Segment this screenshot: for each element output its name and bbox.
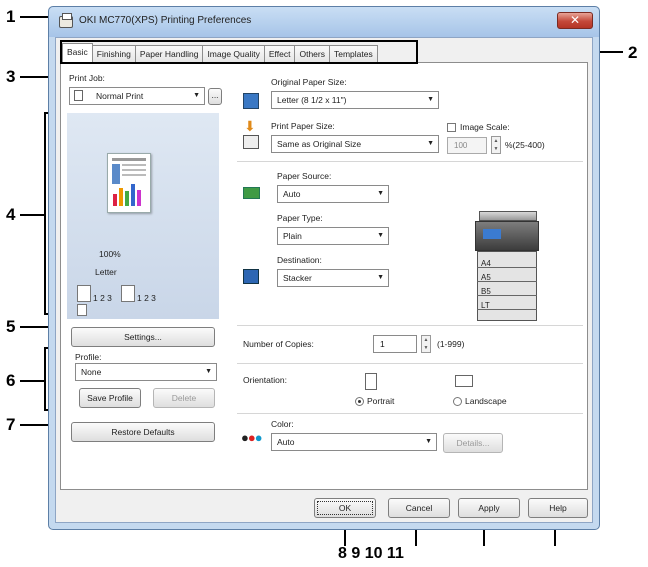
- destination-value: Stacker: [283, 273, 312, 283]
- image-scale-checkbox[interactable]: [447, 123, 456, 132]
- preview-page-thumbnail: [107, 153, 151, 213]
- print-job-select[interactable]: Normal Print: [69, 87, 205, 105]
- original-paper-size-value: Letter (8 1/2 x 11"): [277, 95, 347, 105]
- original-paper-size-label: Original Paper Size:: [271, 77, 347, 87]
- print-job-label: Print Job:: [69, 73, 105, 83]
- title-bar[interactable]: OKI MC770(XPS) Printing Preferences ✕: [49, 7, 599, 37]
- callout-3: 3: [6, 67, 16, 86]
- job-icon: [74, 90, 83, 101]
- printer-icon: [59, 13, 73, 28]
- print-job-value: Normal Print: [96, 91, 144, 101]
- close-button[interactable]: ✕: [557, 12, 593, 29]
- destination-label: Destination:: [277, 255, 322, 265]
- tray-2-label: A5: [481, 273, 491, 282]
- tabs-highlight-box: [60, 40, 418, 64]
- callout-4-line: [20, 214, 44, 216]
- callout-2: 2: [628, 43, 638, 62]
- copies-label: Number of Copies:: [243, 339, 314, 349]
- paper-source-label: Paper Source:: [277, 171, 332, 181]
- save-profile-button[interactable]: Save Profile: [79, 388, 141, 408]
- dialog-client: Basic Finishing Paper Handling Image Qua…: [55, 37, 593, 523]
- divider: [237, 161, 583, 162]
- portrait-label: Portrait: [367, 396, 395, 406]
- preview-pages-a: 1 2 3: [93, 293, 112, 303]
- portrait-radio[interactable]: [355, 397, 364, 406]
- original-size-icon: [243, 93, 259, 109]
- help-button[interactable]: Help: [528, 498, 588, 518]
- copies-range: (1-999): [437, 339, 465, 349]
- callout-8-11: 8 9 10 11: [338, 545, 404, 562]
- paper-type-value: Plain: [283, 231, 302, 241]
- print-preview: 100% Letter 1 2 3 1 2 3: [67, 113, 219, 319]
- copies-input[interactable]: 1: [373, 335, 417, 353]
- window-title: OKI MC770(XPS) Printing Preferences: [79, 15, 252, 26]
- orientation-label: Orientation:: [243, 375, 287, 385]
- paper-type-label: Paper Type:: [277, 213, 323, 223]
- destination-select[interactable]: Stacker: [277, 269, 389, 287]
- settings-button[interactable]: Settings...: [71, 327, 215, 347]
- details-button[interactable]: Details...: [443, 433, 503, 453]
- tray-4-label: LT: [481, 301, 490, 310]
- tray-3-label: B5: [481, 287, 491, 296]
- paper-source-value: Auto: [283, 189, 301, 199]
- callout-5: 5: [6, 317, 16, 336]
- profile-select[interactable]: None: [75, 363, 217, 381]
- stack-icon: [77, 304, 87, 316]
- cancel-button[interactable]: Cancel: [388, 498, 450, 518]
- destination-icon: [243, 269, 259, 284]
- original-paper-size-select[interactable]: Letter (8 1/2 x 11"): [271, 91, 439, 109]
- profile-value: None: [81, 367, 102, 377]
- print-paper-size-select[interactable]: Same as Original Size: [271, 135, 439, 153]
- paper-source-icon: [243, 187, 260, 199]
- color-label: Color:: [271, 419, 294, 429]
- landscape-radio[interactable]: [453, 397, 462, 406]
- print-paper-size-value: Same as Original Size: [277, 139, 362, 149]
- portrait-icon: [365, 373, 377, 390]
- print-job-more-button[interactable]: ...: [208, 88, 222, 105]
- apply-button[interactable]: Apply: [458, 498, 520, 518]
- callout-7: 7: [6, 415, 16, 434]
- divider: [237, 363, 583, 364]
- preview-pages-b: 1 2 3: [137, 293, 156, 303]
- paper-source-select[interactable]: Auto: [277, 185, 389, 203]
- print-size-icon: [243, 135, 259, 149]
- restore-defaults-button[interactable]: Restore Defaults: [71, 422, 215, 442]
- basic-tab-panel: Print Job: Normal Print ...: [60, 62, 588, 490]
- callout-6: 6: [6, 371, 16, 390]
- callout-1: 1: [6, 7, 16, 26]
- preview-zoom: 100%: [99, 249, 121, 259]
- ok-button[interactable]: OK: [314, 498, 376, 518]
- color-select[interactable]: Auto: [271, 433, 437, 451]
- copies-spinner[interactable]: ▲ ▼: [421, 335, 431, 353]
- delete-profile-button[interactable]: Delete: [153, 388, 215, 408]
- landscape-icon: [455, 375, 473, 387]
- divider: [237, 413, 583, 414]
- print-paper-size-label: Print Paper Size:: [271, 121, 335, 131]
- preview-paper: Letter: [95, 267, 117, 277]
- arrow-down-icon: ⬇: [244, 118, 256, 134]
- profile-label: Profile:: [75, 352, 102, 362]
- image-scale-range: %(25-400): [505, 140, 545, 150]
- sheet-icon: [77, 285, 91, 302]
- image-scale-label: Image Scale:: [460, 122, 510, 132]
- color-value: Auto: [277, 437, 295, 447]
- image-scale-input[interactable]: 100: [447, 137, 487, 154]
- printing-preferences-window: OKI MC770(XPS) Printing Preferences ✕ Ba…: [48, 6, 600, 530]
- color-dots-icon: ●●●: [241, 430, 263, 445]
- landscape-label: Landscape: [465, 396, 507, 406]
- callout-4: 4: [6, 205, 16, 224]
- tray-1-label: A4: [481, 259, 491, 268]
- close-icon: ✕: [569, 13, 581, 27]
- callout-6-line: [20, 380, 44, 382]
- paper-type-select[interactable]: Plain: [277, 227, 389, 245]
- image-scale-spinner[interactable]: ▲ ▼: [491, 136, 501, 154]
- divider: [237, 325, 583, 326]
- sheet-icon-2: [121, 285, 135, 302]
